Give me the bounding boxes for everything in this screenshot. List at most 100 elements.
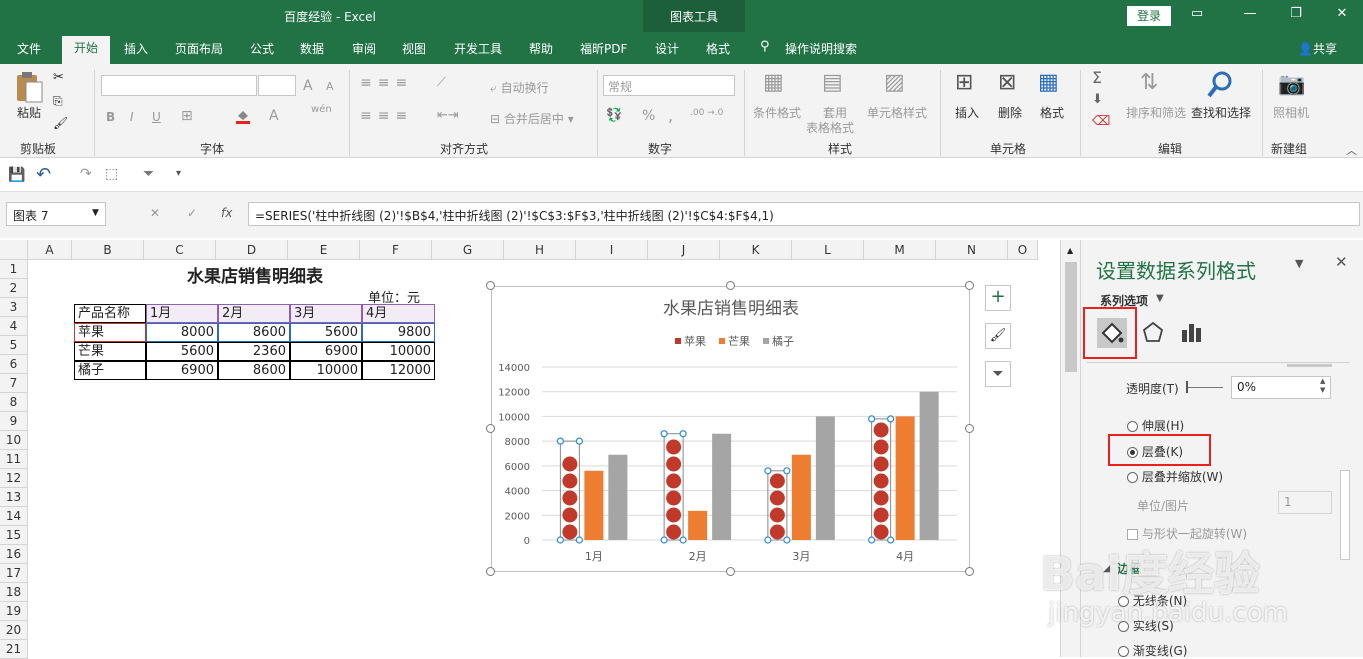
transparency-spinner-icon[interactable]: ▲ ▼ [1320, 377, 1325, 395]
column-header[interactable]: D [216, 240, 288, 260]
table-header-cell[interactable]: 2月 [218, 304, 290, 323]
row-header[interactable]: 17 [0, 564, 28, 583]
font-shrink-button[interactable]: A [326, 80, 334, 93]
font-color-icon[interactable]: A [269, 108, 279, 124]
clear-icon[interactable]: ⌫ [1092, 114, 1110, 129]
row-header[interactable]: 7 [0, 374, 28, 393]
ribbon-display-icon[interactable]: ▭ [1187, 6, 1207, 26]
table-cell[interactable]: 10000 [362, 342, 435, 361]
table-format-line2[interactable]: 表格格式 [806, 119, 854, 136]
fill-color-icon[interactable] [234, 107, 252, 125]
insert-function-button[interactable]: fx [221, 206, 232, 220]
row-header[interactable]: 11 [0, 450, 28, 469]
row-header[interactable]: 2 [0, 279, 28, 298]
pane-close-icon[interactable]: ✕ [1335, 253, 1348, 271]
tab-formulas[interactable]: 公式 [250, 40, 274, 57]
scroll-up-icon[interactable]: ▲ [1067, 246, 1073, 255]
scroll-thumb[interactable] [1065, 262, 1077, 372]
phonetic-button[interactable]: wén [311, 104, 332, 115]
table-cell[interactable]: 5600 [146, 342, 218, 361]
format-painter-icon[interactable]: 🖌 [53, 116, 68, 130]
chart-resize-handle[interactable] [486, 424, 495, 433]
redo-icon[interactable]: ↷ [80, 166, 92, 182]
row-header[interactable]: 19 [0, 602, 28, 621]
fill-icon[interactable]: ⬇ [1092, 92, 1103, 107]
column-header[interactable]: I [576, 240, 648, 260]
cut-icon[interactable]: ✂ [53, 70, 64, 85]
close-button[interactable]: ✕ [1332, 6, 1352, 26]
table-header-cell[interactable]: 4月 [362, 304, 435, 323]
tab-help[interactable]: 帮助 [529, 40, 553, 57]
camera-button[interactable]: 照相机 [1273, 104, 1309, 121]
row-header[interactable]: 16 [0, 545, 28, 564]
gradient-line-radio[interactable] [1118, 646, 1129, 657]
transparency-input[interactable]: 0% [1231, 376, 1331, 399]
font-name-select[interactable] [101, 75, 257, 96]
chart-area[interactable]: 水果店销售明细表 苹果 芒果 橘子 0 2000 4000 6000 8000 10000 1200… [491, 286, 970, 572]
row-header[interactable]: 20 [0, 621, 28, 640]
chart-resize-handle[interactable] [965, 424, 974, 433]
sales-chart[interactable]: 水果店销售明细表苹果 芒果 橘子 0 2000 4000 6000 8000 10000 1200… [492, 287, 971, 573]
tab-view[interactable]: 视图 [402, 40, 426, 57]
restore-button[interactable]: ❐ [1286, 6, 1306, 26]
table-cell[interactable]: 9800 [362, 323, 435, 342]
series-options-tab[interactable] [1180, 320, 1204, 344]
tab-insert[interactable]: 插入 [124, 40, 148, 57]
column-header[interactable]: C [144, 240, 216, 260]
undo-icon[interactable]: ↶ [36, 164, 51, 185]
table-cell[interactable]: 12000 [362, 361, 435, 380]
row-header[interactable]: 9 [0, 412, 28, 431]
orientation-icon[interactable]: ⟋ [437, 75, 446, 90]
chart-resize-handle[interactable] [965, 281, 974, 290]
minimize-button[interactable]: — [1240, 6, 1260, 26]
cell-styles-button[interactable]: 单元格样式 [867, 104, 927, 121]
bold-button[interactable]: B [106, 110, 115, 124]
table-cell[interactable]: 6900 [146, 361, 218, 380]
cancel-formula-button[interactable]: ✕ [150, 206, 160, 220]
copy-icon[interactable]: ⎘ [53, 94, 63, 109]
number-format-select[interactable]: 常规 [603, 75, 735, 96]
chart-resize-handle[interactable] [725, 567, 735, 576]
horizontal-align-icons[interactable]: ≡≡≡ [360, 108, 413, 124]
transparency-slider-thumb[interactable] [1186, 381, 1188, 393]
series-options-chevron-icon[interactable]: ▼ [1156, 293, 1164, 304]
row-header[interactable]: 5 [0, 336, 28, 355]
chart-resize-handle[interactable] [725, 281, 735, 290]
column-header[interactable]: K [720, 240, 792, 260]
column-header[interactable]: N [936, 240, 1008, 260]
stack-scale-option[interactable]: 层叠并缩放(W) [1127, 468, 1223, 485]
effects-tab[interactable] [1141, 320, 1165, 344]
column-header[interactable]: F [360, 240, 432, 260]
table-cell[interactable]: 6900 [290, 342, 362, 361]
chart-resize-handle[interactable] [486, 281, 495, 290]
row-header[interactable]: 10 [0, 431, 28, 450]
column-header[interactable]: M [864, 240, 936, 260]
percent-button[interactable]: % [642, 108, 655, 124]
row-header[interactable]: 3 [0, 298, 28, 317]
pane-options-dropdown-icon[interactable]: ▼ [1295, 257, 1303, 270]
select-objects-icon[interactable]: ⬚ [105, 166, 118, 182]
stretch-radio[interactable] [1127, 421, 1138, 432]
chart-resize-handle[interactable] [486, 567, 495, 576]
formula-input[interactable]: =SERIES('柱中折线图 (2)'!$B$4,'柱中折线图 (2)'!$C$… [248, 202, 1360, 226]
format-cells-button[interactable]: 格式 [1040, 104, 1064, 121]
column-header[interactable]: A [28, 240, 72, 260]
currency-icon[interactable]: 💱 [606, 108, 622, 123]
customize-qat-icon[interactable]: ▾ [176, 168, 181, 179]
italic-button[interactable]: I [130, 110, 134, 124]
tab-file[interactable]: 文件 [17, 40, 41, 57]
table-cell[interactable]: 8000 [146, 323, 218, 342]
indent-icons[interactable]: ⇤⇥ [437, 108, 459, 123]
font-size-select[interactable] [258, 75, 296, 96]
stack-option[interactable]: 层叠(K) [1127, 443, 1183, 460]
save-icon[interactable]: 💾 [8, 167, 25, 183]
table-header-cell[interactable]: 1月 [146, 304, 218, 323]
select-all-corner[interactable] [0, 240, 28, 260]
row-header[interactable]: 15 [0, 526, 28, 545]
stretch-option[interactable]: 伸展(H) [1127, 417, 1184, 434]
gradient-line-option[interactable]: 渐变线(G) [1118, 642, 1188, 659]
row-header[interactable]: 12 [0, 469, 28, 488]
table-cell[interactable]: 5600 [290, 323, 362, 342]
row-header[interactable]: 8 [0, 393, 28, 412]
vertical-align-icons[interactable]: ≡≡≡ [360, 75, 413, 91]
